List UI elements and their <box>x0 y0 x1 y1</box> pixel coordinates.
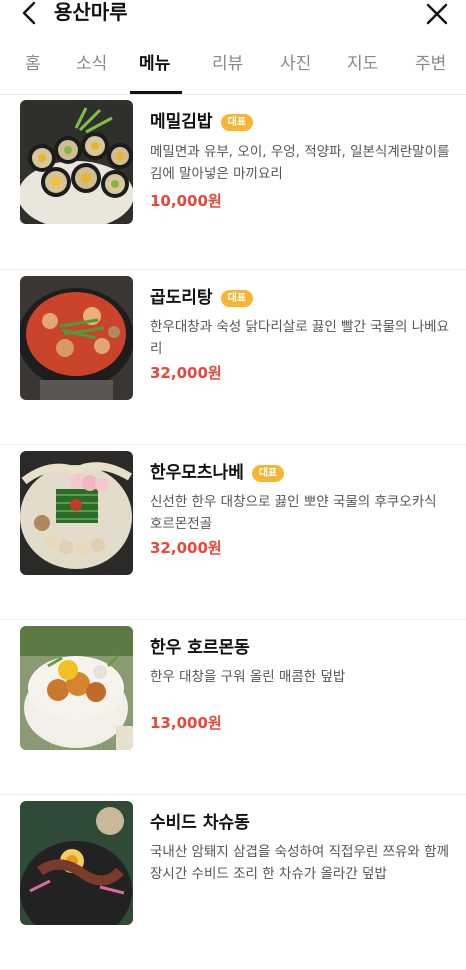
menu-item-image <box>20 276 133 400</box>
back-button[interactable] <box>14 0 44 26</box>
tab-nearby[interactable]: 주변 <box>415 52 446 76</box>
menu-item-name: 수비드 차슈동 <box>150 813 250 833</box>
tab-bar: 홈 소식 메뉴 리뷰 사진 지도 주변 <box>0 34 466 95</box>
close-button[interactable] <box>424 1 450 27</box>
menu-item[interactable]: 한우모츠나베 대표 신선한 한우 대창으로 끓인 뽀얀 국물의 후쿠오카식 호르… <box>0 445 466 620</box>
tab-news[interactable]: 소식 <box>76 52 107 76</box>
menu-item-price: 10,000원 <box>150 192 222 210</box>
menu-item-title-row: 곱도리탕 대표 <box>150 286 253 310</box>
menu-item[interactable]: 메밀김밥 대표 메밀면과 유부, 오이, 우엉, 적양파, 일본식계란말이를 김… <box>0 95 466 270</box>
menu-item-name: 한우 호르몬동 <box>150 638 250 658</box>
menu-item-title-row: 한우 호르몬동 <box>150 636 250 660</box>
menu-item-description: 메밀면과 유부, 오이, 우엉, 적양파, 일본식계란말이를 김에 말아넣은 마… <box>150 144 450 182</box>
menu-item-description: 한우대창과 숙성 닭다리살로 끓인 빨간 국물의 나베요리 <box>150 319 449 357</box>
signature-badge: 대표 <box>220 289 253 307</box>
close-icon <box>426 3 448 25</box>
menu-item-name: 곱도리탕 <box>150 288 213 308</box>
menu-item-title-row: 한우모츠나베 대표 <box>150 461 285 485</box>
menu-item-title-row: 수비드 차슈동 <box>150 811 250 835</box>
menu-item-description: 한우 대창을 구워 올린 매콤한 덮밥 <box>150 669 346 685</box>
signature-badge: 대표 <box>251 464 285 482</box>
menu-item[interactable]: 수비드 차슈동 국내산 암퇘지 삼겹을 숙성하여 직접우린 쯔유와 함께 장시간… <box>0 795 466 970</box>
menu-item-price: 13,000원 <box>150 714 222 732</box>
menu-item-image <box>20 100 133 224</box>
tab-reviews[interactable]: 리뷰 <box>212 52 243 76</box>
menu-item[interactable]: 한우 호르몬동 한우 대창을 구워 올린 매콤한 덮밥 13,000원 <box>0 620 466 795</box>
menu-item-title-row: 메밀김밥 대표 <box>150 110 253 134</box>
menu-item-description: 신선한 한우 대창으로 끓인 뽀얀 국물의 후쿠오카식 호르몬전골 <box>150 494 437 532</box>
menu-item[interactable]: 곱도리탕 대표 한우대창과 숙성 닭다리살로 끓인 빨간 국물의 나베요리 32… <box>0 270 466 445</box>
menu-item-name: 한우모츠나베 <box>150 463 244 483</box>
menu-item-description: 국내산 암퇘지 삼겹을 숙성하여 직접우린 쯔유와 함께 장시간 수비드 조리 … <box>150 844 449 882</box>
tab-photos[interactable]: 사진 <box>280 52 311 76</box>
menu-item-price: 32,000원 <box>150 539 222 557</box>
chevron-left-icon <box>22 1 36 25</box>
menu-item-image <box>20 451 133 575</box>
active-tab-indicator <box>130 91 182 94</box>
tab-home[interactable]: 홈 <box>25 52 41 76</box>
tab-map[interactable]: 지도 <box>347 52 378 76</box>
page-title: 용산마루 <box>54 0 128 24</box>
menu-item-price: 32,000원 <box>150 364 222 382</box>
signature-badge: 대표 <box>220 113 253 131</box>
menu-item-image <box>20 801 133 925</box>
menu-list: 메밀김밥 대표 메밀면과 유부, 오이, 우엉, 적양파, 일본식계란말이를 김… <box>0 95 466 970</box>
menu-item-name: 메밀김밥 <box>150 112 213 132</box>
tab-menu[interactable]: 메뉴 <box>139 52 170 76</box>
menu-item-image <box>20 626 133 750</box>
app-header: 용산마루 <box>0 0 466 34</box>
